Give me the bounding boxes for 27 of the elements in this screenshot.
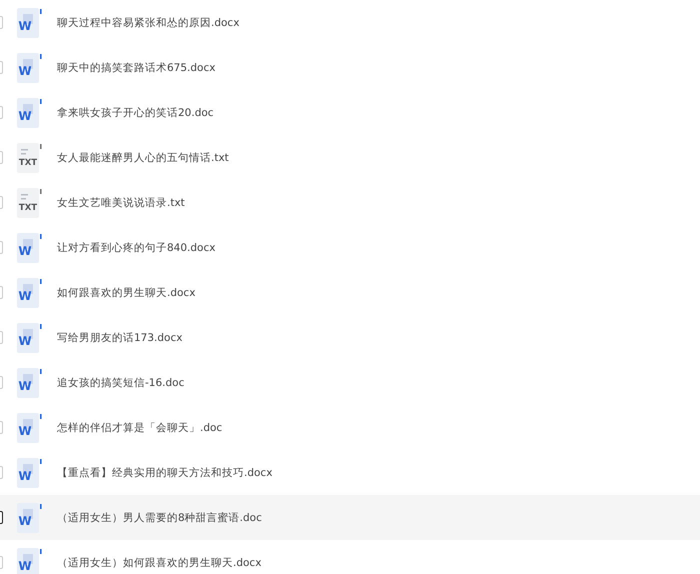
file-name[interactable]: 写给男朋友的话173.docx bbox=[57, 330, 182, 344]
word-document-icon: W bbox=[17, 502, 42, 532]
word-document-icon: W bbox=[17, 98, 42, 128]
file-name[interactable]: 追女孩的搞笑短信-16.doc bbox=[57, 376, 184, 390]
file-name[interactable]: 女人最能迷醉男人心的五句情话.txt bbox=[57, 150, 229, 164]
text-file-icon: TXT bbox=[17, 142, 42, 172]
file-name[interactable]: 聊天过程中容易紧张和怂的原因.docx bbox=[57, 16, 240, 30]
word-document-icon: W bbox=[17, 548, 42, 574]
word-document-icon: W bbox=[17, 278, 42, 308]
file-row-highlight[interactable]: W （适用女生）男人需要的8种甜言蜜语.doc bbox=[0, 495, 700, 540]
file-name[interactable]: 让对方看到心疼的句子840.docx bbox=[57, 240, 216, 254]
file-name[interactable]: 怎样的伴侣才算是「会聊天」.doc bbox=[57, 420, 222, 434]
file-name[interactable]: 如何跟喜欢的男生聊天.docx bbox=[57, 286, 196, 300]
text-file-icon: TXT bbox=[17, 188, 42, 218]
file-name[interactable]: 拿来哄女孩子开心的笑话20.doc bbox=[57, 106, 214, 120]
word-document-icon: W bbox=[17, 232, 42, 262]
file-name[interactable]: 女生文艺唯美说说语录.txt bbox=[57, 196, 185, 210]
word-document-icon: W bbox=[17, 8, 42, 38]
file-name[interactable]: 聊天中的搞笑套路话术675.docx bbox=[57, 60, 216, 74]
file-name[interactable]: （适用女生）男人需要的8种甜言蜜语.doc bbox=[57, 510, 262, 524]
file-name[interactable]: 【重点看】经典实用的聊天方法和技巧.docx bbox=[57, 466, 272, 480]
word-document-icon: W bbox=[17, 458, 42, 488]
word-document-icon: W bbox=[17, 52, 42, 82]
file-name[interactable]: （适用女生）如何跟喜欢的男生聊天.docx bbox=[57, 556, 262, 570]
word-document-icon: W bbox=[17, 412, 42, 442]
word-document-icon: W bbox=[17, 368, 42, 398]
word-document-icon: W bbox=[17, 322, 42, 352]
